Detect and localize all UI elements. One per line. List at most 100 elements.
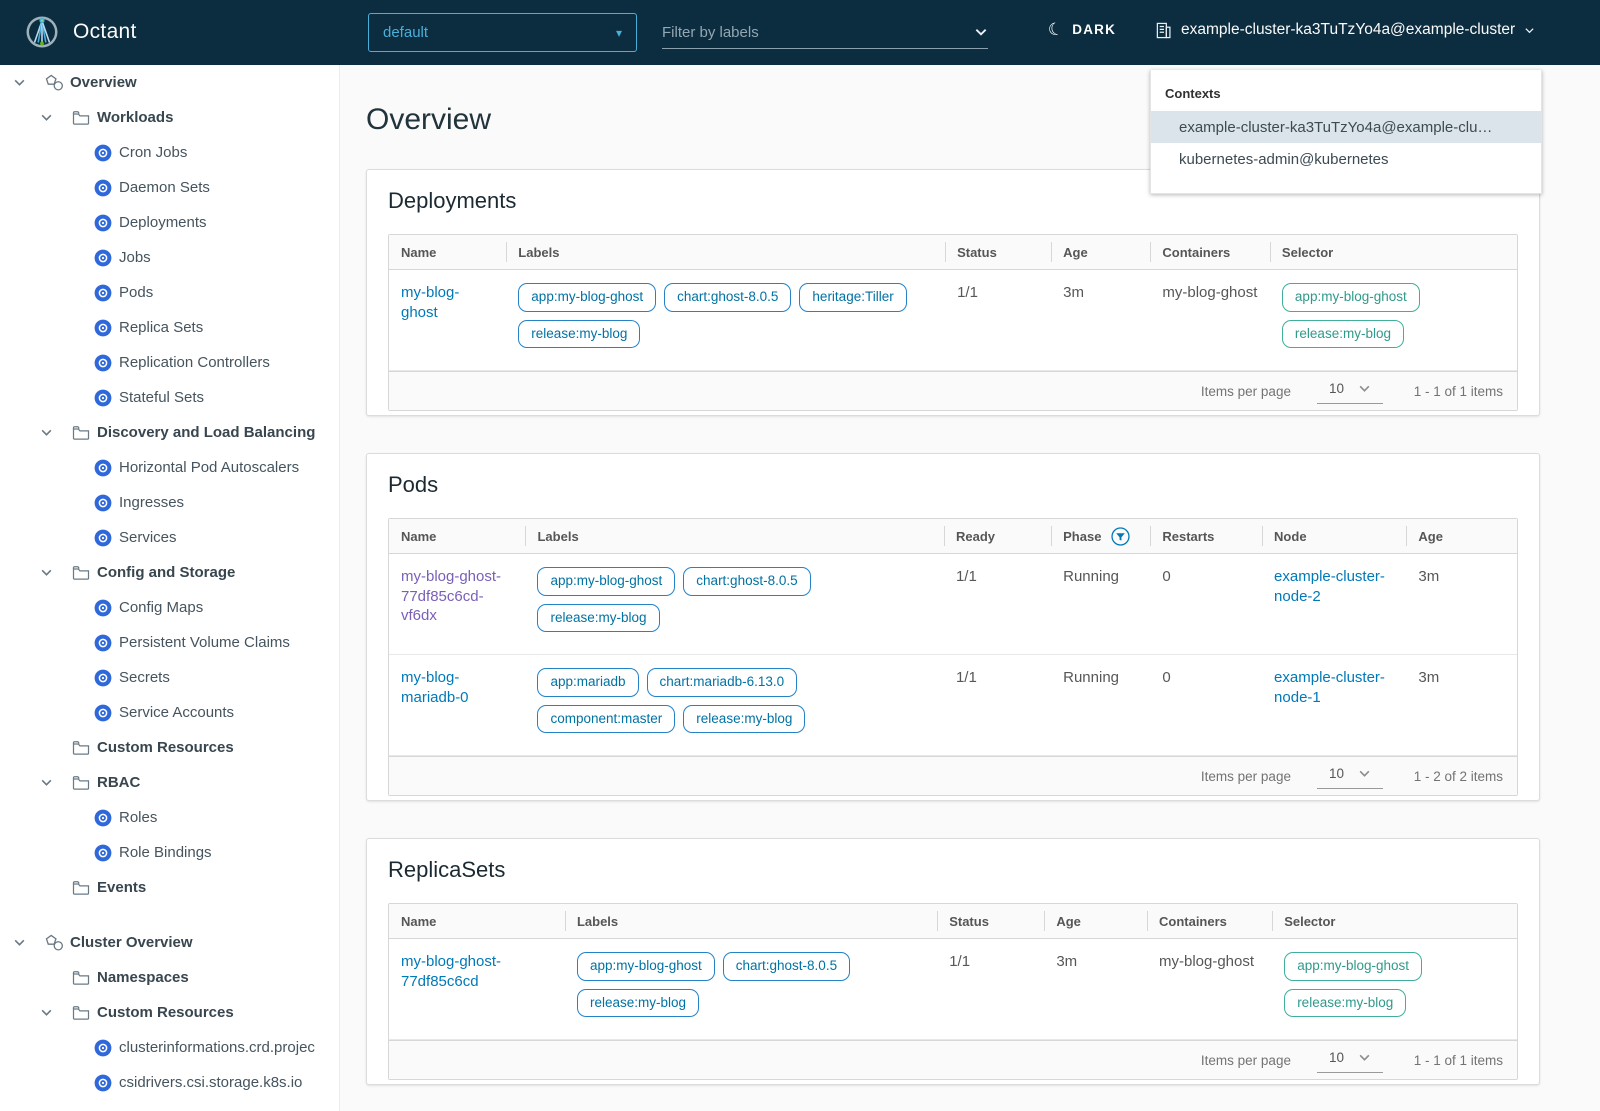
table-cell: app:mariadb chart:mariadb-6.13.0 component… — [525, 655, 943, 755]
items-per-page-select[interactable]: 10 — [1316, 1047, 1383, 1074]
table-header-row: Name Labels Status Age Containers Selector — [389, 235, 1517, 270]
badge-line: app:mariadb chart:mariadb-6.13.0 — [537, 668, 931, 697]
chevron-down-icon[interactable] — [37, 1006, 55, 1019]
sidebar-item-overview[interactable]: Overview — [0, 65, 339, 100]
namespace-select[interactable]: default ▾ — [368, 13, 637, 52]
items-per-page-select[interactable]: 10 — [1316, 763, 1383, 790]
label-badge: app:my-blog-ghost — [518, 283, 657, 312]
context-menu-item[interactable]: kubernetes-admin@kubernetes — [1151, 143, 1541, 175]
config-maps-icon — [93, 599, 113, 617]
sidebar-item-stateful-sets[interactable]: Stateful Sets — [0, 380, 339, 415]
chevron-down-icon[interactable] — [10, 936, 28, 949]
card-title: Pods — [388, 472, 439, 498]
sidebar-item-label: Deployments — [119, 214, 207, 231]
badge-line: release:my-blog — [537, 603, 931, 633]
items-per-page-select[interactable]: 10 — [1316, 378, 1383, 405]
brand: Octant — [24, 14, 137, 50]
sidebar-item-events[interactable]: Events — [0, 870, 339, 905]
deployments-table: Name Labels Status Age Containers Selector my-… — [388, 234, 1518, 412]
chevron-down-icon — [1524, 25, 1535, 36]
sidebar-item-role-bindings[interactable]: Role Bindings — [0, 835, 339, 870]
chevron-down-icon[interactable] — [37, 776, 55, 789]
sidebar-item-persistent-volume-claims[interactable]: Persistent Volume Claims — [0, 625, 339, 660]
sidebar-item-label: Stateful Sets — [119, 389, 205, 406]
resource-link[interactable]: my-blog-mariadb-0 — [401, 669, 469, 706]
sidebar-item-config-and-storage[interactable]: Config and Storage — [0, 555, 339, 590]
sidebar-item-discovery-and-load-balancing[interactable]: Discovery and Load Balancing — [0, 415, 339, 450]
sidebar-item-custom-resources[interactable]: Custom Resources — [0, 730, 339, 765]
sidebar-item-cron-jobs[interactable]: Cron Jobs — [0, 135, 339, 170]
overview-icon — [44, 74, 64, 91]
label-badge: chart:ghost-8.0.5 — [683, 567, 811, 596]
moon-icon: ☾ — [1046, 18, 1066, 41]
sidebar-item-label: Cron Jobs — [119, 144, 188, 161]
label-badge: release:my-blog — [537, 603, 660, 633]
sidebar-item-clusterinformations[interactable]: clusterinformations.crd.projec — [0, 1030, 339, 1065]
sidebar-item-cluster-overview[interactable]: Cluster Overview — [0, 925, 339, 960]
label-badge: app:mariadb — [537, 668, 639, 697]
sidebar-item-replica-sets[interactable]: Replica Sets — [0, 310, 339, 345]
sidebar-item-rbac[interactable]: RBAC — [0, 765, 339, 800]
column-header: Labels — [525, 519, 943, 553]
sidebar-item-services[interactable]: Services — [0, 520, 339, 555]
chevron-down-icon[interactable] — [37, 111, 55, 124]
context-menu-item[interactable]: example-cluster-ka3TuTzYo4a@example-clu… — [1151, 111, 1541, 143]
sidebar-item-workloads[interactable]: Workloads — [0, 100, 339, 135]
resource-link[interactable]: my-blog-ghost — [401, 284, 459, 321]
folder-icon — [71, 425, 91, 440]
chevron-down-icon[interactable] — [37, 426, 55, 439]
sidebar-item-pods[interactable]: Pods — [0, 275, 339, 310]
sidebar-item-horizontal-pod-autoscalers[interactable]: Horizontal Pod Autoscalers — [0, 450, 339, 485]
column-header: Labels — [564, 904, 937, 938]
resource-link[interactable]: my-blog-ghost-77df85c6cd-vf6dx — [401, 568, 501, 624]
badge-line: release:my-blog — [518, 319, 933, 349]
sidebar-item-jobs[interactable]: Jobs — [0, 240, 339, 275]
stateful-sets-icon — [93, 389, 113, 407]
sidebar-item-label: Config Maps — [119, 599, 204, 616]
theme-toggle[interactable]: ☾ DARK — [1046, 18, 1116, 41]
label-filter-input[interactable] — [662, 23, 942, 41]
sidebar-item-csidrivers[interactable]: csidrivers.csi.storage.k8s.io — [0, 1065, 339, 1100]
sidebar-item-daemon-sets[interactable]: Daemon Sets — [0, 170, 339, 205]
replica-sets-icon — [93, 319, 113, 337]
column-header: Labels — [506, 235, 945, 269]
resource-link[interactable]: example-cluster-node-1 — [1274, 669, 1385, 706]
badge-line: app:my-blog-ghost chart:ghost-8.0.5 — [537, 567, 931, 596]
sidebar-item-deployments[interactable]: Deployments — [0, 205, 339, 240]
chevron-down-icon[interactable] — [10, 76, 28, 89]
sidebar-item-config-maps[interactable]: Config Maps — [0, 590, 339, 625]
sidebar-item-roles[interactable]: Roles — [0, 800, 339, 835]
chevron-down-icon[interactable] — [37, 566, 55, 579]
table-row: my-blog-ghost-77df85c6cd-vf6dx app:my-blo… — [389, 554, 1517, 656]
table-cell: my-blog-mariadb-0 — [389, 655, 525, 755]
sidebar-item-label: Cluster Overview — [70, 934, 193, 951]
badge-line: release:my-blog — [1281, 319, 1505, 349]
badge-line: app:my-blog-ghost chart:ghost-8.0.5 herita… — [518, 283, 933, 312]
filter-icon[interactable] — [1111, 526, 1131, 546]
sidebar-item-cluster-custom-resources[interactable]: Custom Resources — [0, 995, 339, 1030]
folder-icon — [71, 110, 91, 125]
sidebar-item-service-accounts[interactable]: Service Accounts — [0, 695, 339, 730]
label-badge: release:my-blog — [576, 988, 699, 1018]
sidebar-item-secrets[interactable]: Secrets — [0, 660, 339, 695]
sidebar-item-ingresses[interactable]: Ingresses — [0, 485, 339, 520]
sidebar-item-namespaces[interactable]: Namespaces — [0, 960, 339, 995]
chevron-down-icon[interactable] — [974, 25, 988, 39]
ingresses-icon — [93, 494, 113, 512]
sidebar-item-label: Custom Resources — [97, 1004, 234, 1021]
sidebar-item-label: Custom Resources — [97, 739, 234, 756]
column-header: Node — [1262, 519, 1406, 553]
resource-link[interactable]: example-cluster-node-2 — [1274, 568, 1385, 605]
badge-line: release:my-blog — [576, 988, 925, 1018]
badge-line: component:master release:my-blog — [537, 704, 931, 734]
table-pagination: Items per page 10 1 - 1 of 1 items — [389, 371, 1517, 411]
context-selector[interactable]: example-cluster-ka3TuTzYo4a@example-clus… — [1155, 21, 1535, 39]
sidebar-item-label: RBAC — [97, 774, 141, 791]
column-header: Name — [401, 913, 437, 929]
resource-link[interactable]: my-blog-ghost-77df85c6cd — [401, 953, 501, 990]
column-header: Age — [1406, 519, 1517, 553]
folder-icon — [71, 880, 91, 895]
items-per-page-label: Items per page — [1200, 383, 1291, 399]
sidebar-item-replication-controllers[interactable]: Replication Controllers — [0, 345, 339, 380]
